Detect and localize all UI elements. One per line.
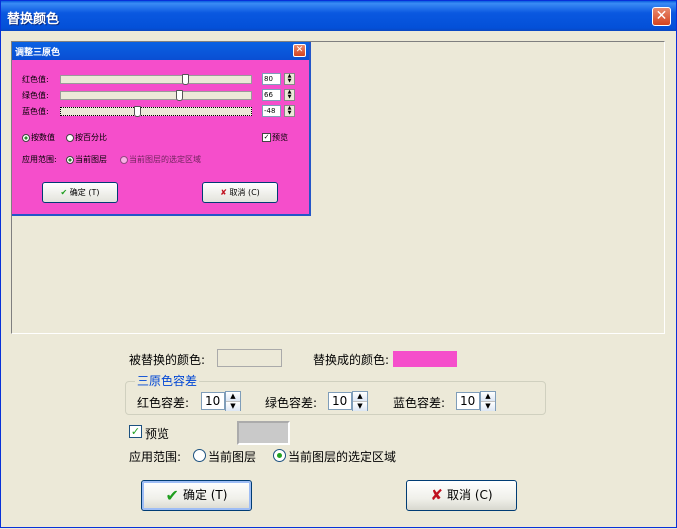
scope-selection-radio[interactable]: [273, 449, 286, 462]
target-color-swatch[interactable]: [393, 351, 457, 367]
checkmark-icon: ✔: [165, 486, 179, 505]
inner-check-icon: ✓: [262, 133, 271, 142]
target-color-label: 替换成的颜色:: [313, 353, 390, 367]
inner-title: 调整三原色: [15, 48, 61, 58]
spin-up-icon[interactable]: ▲: [226, 392, 240, 402]
preview-image: 调整三原色 ✕ 红色值: 80 ▲ ▼ 绿色值: 66 ▲ ▼ 蓝色值: -48 ▲…: [12, 42, 311, 216]
inner-red-slider: [60, 74, 252, 85]
preview-area: 调整三原色 ✕ 红色值: 80 ▲ ▼ 绿色值: 66 ▲ ▼ 蓝色值: -48 ▲…: [11, 41, 665, 334]
inner-green-spin-icon: ▲ ▼: [284, 89, 295, 101]
inner-blue-thumb: [134, 106, 141, 117]
window-title: 替换颜色: [7, 12, 60, 27]
inner-blue-value: -48: [262, 105, 281, 117]
inner-green-value: 66: [262, 89, 281, 101]
replace-color-dialog: 替换颜色 ✕ 调整三原色 ✕ 红色值: 80 ▲ ▼ 绿色值: 66 ▲ ▼ 蓝色值…: [0, 0, 677, 528]
preview-label[interactable]: 预览: [145, 425, 169, 442]
ok-label: 确定 (T): [182, 488, 228, 502]
x-icon: ✘: [220, 188, 227, 197]
inner-red-value: 80: [262, 73, 281, 85]
check-icon: ✓: [130, 425, 141, 438]
source-color-swatch[interactable]: [217, 349, 282, 367]
title-bar[interactable]: 替换颜色 ✕: [1, 1, 676, 31]
inner-radio-icon: [120, 155, 128, 164]
inner-blue-label: 蓝色值:: [22, 107, 49, 116]
inner-radio-icon: [66, 155, 74, 164]
red-tolerance-input[interactable]: 10: [201, 392, 225, 410]
inner-scope-label: 应用范围:: [22, 155, 57, 164]
inner-mode-value: 按数值: [22, 132, 55, 143]
inner-cancel-button: ✘ 取消 (C): [202, 182, 278, 203]
scope-label: 应用范围:: [129, 450, 182, 464]
inner-mode-percent: 按百分比: [66, 132, 107, 143]
blue-tolerance-input[interactable]: 10: [456, 392, 480, 410]
inner-ok-label: 确定 (T): [69, 188, 100, 197]
inner-red-thumb: [182, 74, 189, 85]
close-button[interactable]: ✕: [652, 7, 671, 26]
preview-checkbox[interactable]: ✓: [129, 425, 142, 438]
inner-cancel-label: 取消 (C): [229, 188, 260, 197]
inner-scope-selection: 当前图层的选定区域: [120, 154, 201, 165]
checkmark-icon: ✔: [60, 188, 68, 197]
red-tolerance-spinner[interactable]: ▲ ▼: [225, 391, 241, 411]
inner-green-slider: [60, 90, 252, 101]
x-icon: ✘: [430, 486, 443, 504]
spin-up-icon[interactable]: ▲: [353, 392, 367, 402]
inner-ok-button: ✔ 确定 (T): [42, 182, 118, 203]
inner-title-bar: 调整三原色 ✕: [12, 42, 309, 60]
inner-scope-layer: 当前图层: [66, 154, 107, 165]
inner-red-spin-icon: ▲ ▼: [284, 73, 295, 85]
inner-radio-icon: [22, 133, 30, 142]
ok-button[interactable]: ✔ 确定 (T): [141, 480, 252, 511]
source-color-label: 被替换的颜色:: [129, 353, 206, 367]
cancel-label: 取消 (C): [447, 488, 493, 502]
inner-preview-label: 预览: [272, 133, 288, 142]
scope-selection-label[interactable]: 当前图层的选定区域: [288, 448, 396, 465]
inner-radio-icon: [66, 133, 74, 142]
inner-blue-spin-icon: ▲ ▼: [284, 105, 295, 117]
spin-down-icon[interactable]: ▼: [226, 402, 240, 411]
preview-color-swatch: [237, 421, 290, 445]
inner-scope-layer-label: 当前图层: [75, 155, 107, 164]
blue-tolerance-spinner[interactable]: ▲ ▼: [480, 391, 496, 411]
inner-green-label: 绿色值:: [22, 91, 49, 100]
cancel-button[interactable]: ✘ 取消 (C): [406, 480, 517, 511]
red-tolerance-label: 红色容差:: [137, 396, 190, 410]
green-tolerance-input[interactable]: 10: [328, 392, 352, 410]
tolerance-legend: 三原色容差: [135, 372, 200, 389]
spin-up-icon[interactable]: ▲: [481, 392, 495, 402]
scope-layer-radio[interactable]: [193, 449, 206, 462]
inner-preview: ✓ 预览: [262, 132, 288, 143]
inner-blue-slider: [60, 106, 252, 117]
green-tolerance-spinner[interactable]: ▲ ▼: [352, 391, 368, 411]
inner-close-icon: ✕: [293, 44, 306, 57]
inner-red-label: 红色值:: [22, 75, 49, 84]
inner-scope-selection-label: 当前图层的选定区域: [129, 155, 201, 164]
spin-down-icon[interactable]: ▼: [481, 402, 495, 411]
inner-mode-percent-label: 按百分比: [75, 133, 107, 142]
close-icon: ✕: [655, 8, 668, 24]
inner-mode-value-label: 按数值: [31, 133, 55, 142]
scope-layer-label[interactable]: 当前图层: [208, 448, 256, 465]
inner-green-thumb: [176, 90, 183, 101]
green-tolerance-label: 绿色容差:: [265, 396, 318, 410]
blue-tolerance-label: 蓝色容差:: [393, 396, 446, 410]
spin-down-icon[interactable]: ▼: [353, 402, 367, 411]
